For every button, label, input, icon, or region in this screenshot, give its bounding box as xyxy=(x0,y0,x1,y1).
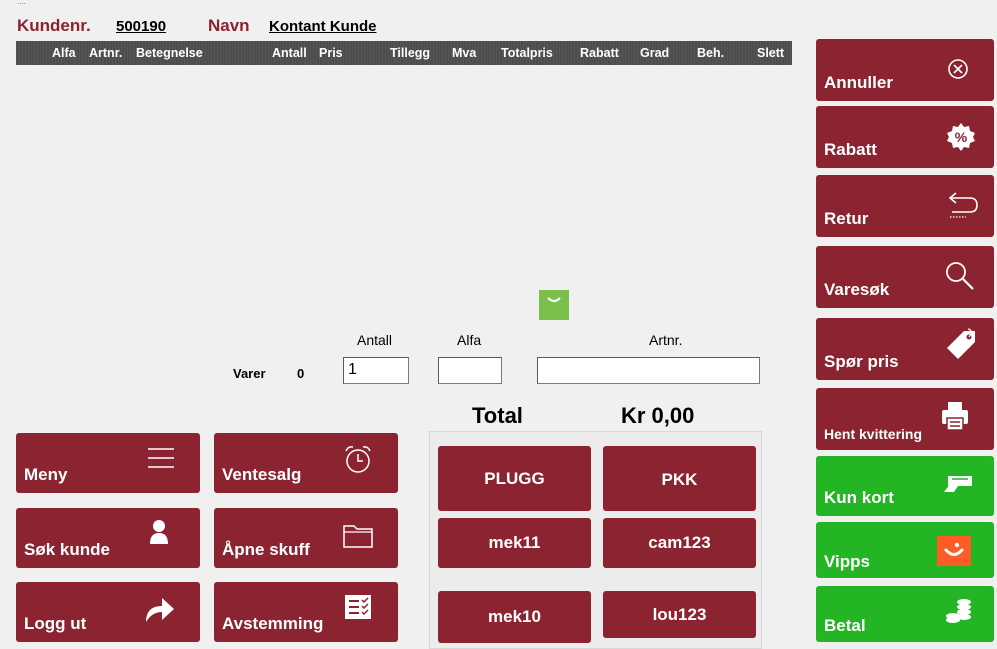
search-customer-button-label: Søk kunde xyxy=(24,540,110,559)
ventesalg-button[interactable]: Ventesalg xyxy=(214,433,398,493)
return-button-label: Retur xyxy=(824,209,869,228)
fetch-receipt-button-label: Hent kvittering xyxy=(824,426,923,442)
quick-button-plugg[interactable]: PLUGG xyxy=(438,446,591,511)
quick-button-lou123[interactable]: lou123 xyxy=(603,591,756,638)
vipps-button[interactable]: Vipps xyxy=(816,522,994,578)
discount-button-label: Rabatt xyxy=(824,140,877,159)
app-title: .... xyxy=(17,0,26,6)
open-drawer-button-label: Åpne skuff xyxy=(222,540,310,559)
order-table-header: Alfa Artnr. Betegnelse Antall Pris Tille… xyxy=(16,41,792,65)
menu-button-label: Meny xyxy=(24,465,68,484)
quick-button-pkk[interactable]: PKK xyxy=(603,446,756,511)
column-tillegg: Tillegg xyxy=(390,46,431,60)
total-label: Total xyxy=(472,403,523,428)
quick-button-mek11[interactable]: mek11 xyxy=(438,518,591,568)
total-amount: Kr 0,00 xyxy=(621,403,695,428)
ventesalg-button-label: Ventesalg xyxy=(222,465,302,484)
customer-number-value[interactable]: 500190 xyxy=(116,18,166,35)
order-list[interactable] xyxy=(16,65,792,285)
search-customer-button[interactable]: Søk kunde xyxy=(16,508,200,568)
quick-button-mek10[interactable]: mek10 xyxy=(438,591,591,643)
column-slett: Slett xyxy=(757,46,785,60)
antall-input[interactable]: 1 xyxy=(343,357,409,384)
column-totalpris: Totalpris xyxy=(501,46,553,60)
menu-icon xyxy=(148,448,174,468)
column-artnr: Artnr. xyxy=(89,46,123,60)
artnr-label: Artnr. xyxy=(649,332,683,348)
vipps-logo-icon xyxy=(937,536,971,566)
pay-button[interactable]: Betal xyxy=(816,586,994,642)
product-search-button-label: Varesøk xyxy=(824,280,890,299)
menu-button[interactable]: Meny xyxy=(16,433,200,493)
coins-icon xyxy=(946,599,971,623)
logout-button[interactable]: Logg ut xyxy=(16,582,200,642)
cancel-button-label: Annuller xyxy=(824,73,893,92)
column-beh: Beh. xyxy=(697,46,725,60)
product-search-button[interactable]: Varesøk xyxy=(816,246,994,308)
fetch-receipt-button[interactable]: Hent kvittering xyxy=(816,388,994,450)
return-arrow-icon xyxy=(948,192,978,218)
price-check-button[interactable]: Spør pris xyxy=(816,318,994,380)
alfa-input[interactable] xyxy=(438,357,502,384)
customer-name-label: Navn xyxy=(208,16,250,35)
customer-name-value[interactable]: Kontant Kunde xyxy=(269,18,376,35)
open-drawer-button[interactable]: Åpne skuff xyxy=(214,508,398,568)
column-grad: Grad xyxy=(640,46,670,60)
reconciliation-button[interactable]: Avstemming xyxy=(214,582,398,642)
column-alfa: Alfa xyxy=(52,46,76,60)
varer-count: 0 xyxy=(297,366,305,381)
card-only-button[interactable]: Kun kort xyxy=(816,456,994,516)
discount-button[interactable]: Rabatt % xyxy=(816,106,994,168)
quick-button-label: mek10 xyxy=(488,607,541,626)
return-button[interactable]: Retur xyxy=(816,175,994,237)
customer-number-label: Kundenr. xyxy=(17,16,91,35)
card-only-button-label: Kun kort xyxy=(824,488,894,507)
quick-button-label: PKK xyxy=(661,470,698,489)
search-icon xyxy=(946,262,974,290)
quick-button-label: lou123 xyxy=(652,604,707,624)
folder-icon xyxy=(343,525,373,548)
share-arrow-icon xyxy=(146,598,174,622)
column-betegnelse: Betegnelse xyxy=(136,46,203,60)
price-tag-icon xyxy=(947,328,975,359)
cancel-circle-icon xyxy=(948,59,968,79)
printer-icon xyxy=(942,402,968,431)
quick-button-label: cam123 xyxy=(648,533,711,552)
alarm-clock-icon xyxy=(345,446,371,473)
person-icon xyxy=(150,520,168,544)
varer-label: Varer xyxy=(233,366,266,381)
card-icon xyxy=(944,476,972,492)
quick-button-cam123[interactable]: cam123 xyxy=(603,518,756,568)
antall-label: Antall xyxy=(357,332,393,348)
quick-button-label: PLUGG xyxy=(484,468,545,488)
percent-badge-icon: % xyxy=(947,123,975,151)
status-indicator xyxy=(539,290,569,320)
svg-text:%: % xyxy=(955,129,968,145)
quick-button-label: mek11 xyxy=(488,533,541,552)
vipps-button-label: Vipps xyxy=(824,552,870,571)
column-rabatt: Rabatt xyxy=(580,46,619,60)
artnr-input[interactable] xyxy=(537,357,760,384)
price-check-button-label: Spør pris xyxy=(824,352,899,371)
alfa-label: Alfa xyxy=(457,332,482,348)
column-pris: Pris xyxy=(319,46,343,60)
pay-button-label: Betal xyxy=(824,616,866,635)
column-antall: Antall xyxy=(272,46,307,60)
cancel-button[interactable]: Annuller xyxy=(816,39,994,101)
checklist-icon xyxy=(345,595,371,619)
logout-button-label: Logg ut xyxy=(24,614,87,633)
reconciliation-button-label: Avstemming xyxy=(222,614,324,633)
smile-icon xyxy=(547,297,561,302)
column-mva: Mva xyxy=(452,46,477,60)
